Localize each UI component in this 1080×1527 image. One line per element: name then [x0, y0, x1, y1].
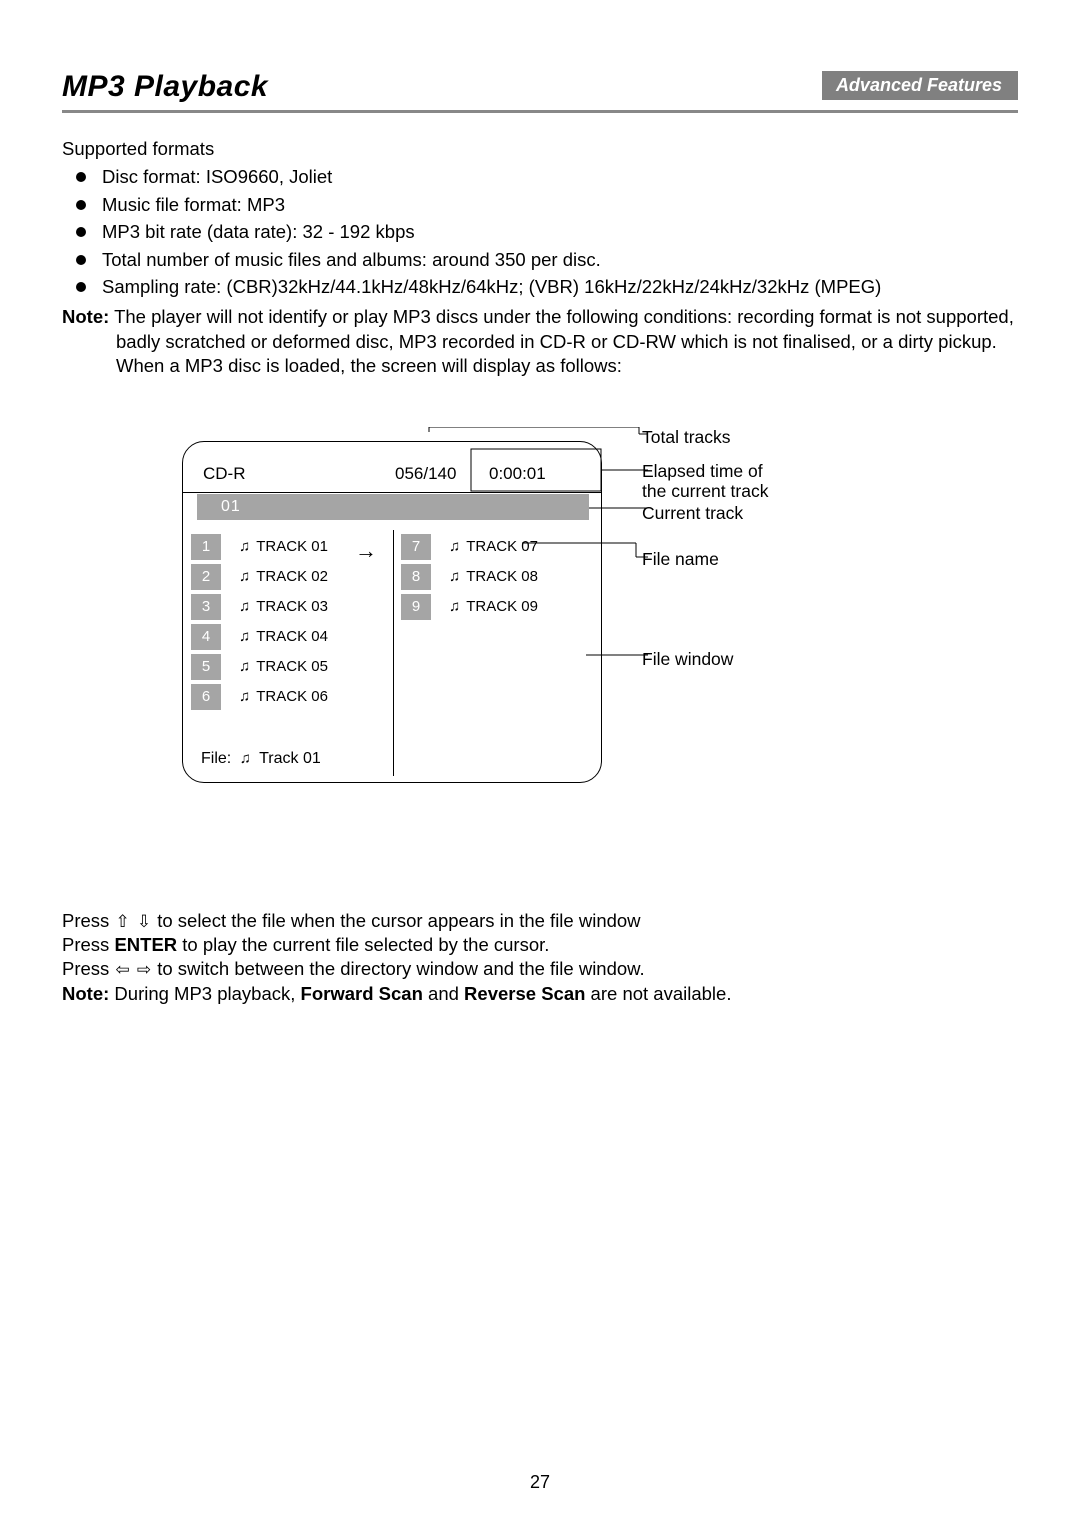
text: and [423, 983, 464, 1004]
track-name: TRACK 02 [256, 568, 328, 585]
list-item: MP3 bit rate (data rate): 32 - 192 kbps [62, 220, 1018, 244]
music-note-icon: ♫ [240, 750, 251, 767]
music-note-icon: ♫ [239, 658, 250, 675]
list-item: Total number of music files and albums: … [62, 248, 1018, 272]
track-name: TRACK 09 [466, 598, 538, 615]
note-label: Note: [62, 983, 109, 1004]
callout-current-track: Current track [642, 503, 743, 524]
track-number: 1 [191, 534, 221, 560]
instruction-line: Note: During MP3 playback, Forward Scan … [62, 982, 1018, 1006]
music-note-icon: ♫ [239, 628, 250, 645]
instruction-line: Press ⇦ ⇨ to switch between the director… [62, 957, 1018, 981]
track-row: 9 ♫ TRACK 09 [393, 592, 603, 622]
page-number: 27 [0, 1472, 1080, 1493]
track-name: TRACK 01 [256, 538, 328, 555]
track-name: TRACK 04 [256, 628, 328, 645]
callout-elapsed: Elapsed time of the current track [642, 461, 768, 501]
text: Press [62, 934, 114, 955]
osd-footer: File: ♫ Track 01 [201, 750, 321, 768]
text: to switch between the directory window a… [157, 958, 644, 979]
text: are not available. [585, 983, 731, 1004]
track-number: 7 [401, 534, 431, 560]
track-number: 8 [401, 564, 431, 590]
osd-panel: CD-R 056/140 0:00:01 01 1 ♫ TRACK 01 → 2… [182, 441, 602, 783]
note-text: When a MP3 disc is loaded, the screen wi… [62, 354, 1018, 378]
text: to play the current file selected by the… [177, 934, 549, 955]
track-name: TRACK 07 [466, 538, 538, 555]
text: to select the file when the cursor appea… [157, 910, 640, 931]
track-name: TRACK 08 [466, 568, 538, 585]
music-note-icon: ♫ [449, 598, 460, 615]
music-note-icon: ♫ [239, 568, 250, 585]
callout-file-window: File window [642, 649, 733, 670]
page-title: MP3 Playback [62, 70, 798, 104]
file-name: Track 01 [259, 750, 321, 767]
track-row: 8 ♫ TRACK 08 [393, 562, 603, 592]
disc-type: CD-R [203, 464, 246, 484]
track-name: TRACK 06 [256, 688, 328, 705]
track-number: 2 [191, 564, 221, 590]
up-arrow-icon: ⇧ [115, 911, 129, 933]
text: Press [62, 958, 114, 979]
enter-key-label: ENTER [114, 934, 177, 955]
note-text: The player will not identify or play MP3… [114, 306, 1014, 327]
list-item: Disc format: ISO9660, Joliet [62, 165, 1018, 189]
note-text: badly scratched or deformed disc, MP3 re… [62, 330, 1018, 354]
callout-total-tracks: Total tracks [642, 427, 731, 448]
arrow-right-icon: → [355, 538, 377, 564]
left-arrow-icon: ⇦ [115, 959, 129, 981]
track-name: TRACK 05 [256, 658, 328, 675]
callout-text: Elapsed time of [642, 461, 763, 481]
track-number: 4 [191, 624, 221, 650]
note-block: Note: The player will not identify or pl… [62, 305, 1018, 378]
music-note-icon: ♫ [239, 598, 250, 615]
current-directory: 01 [197, 494, 589, 520]
track-number: 3 [191, 594, 221, 620]
track-number: 6 [191, 684, 221, 710]
track-row: 6 ♫ TRACK 06 [183, 682, 393, 712]
track-row: 4 ♫ TRACK 04 [183, 622, 393, 652]
right-arrow-icon: ⇨ [137, 959, 151, 981]
track-counter: 056/140 [395, 464, 456, 484]
instruction-line: Press ⇧ ⇩ to select the file when the cu… [62, 909, 1018, 933]
callout-file-name: File name [642, 549, 719, 570]
list-item: Sampling rate: (CBR)32kHz/44.1kHz/48kHz/… [62, 275, 1018, 299]
elapsed-time: 0:00:01 [489, 464, 546, 484]
forward-scan-label: Forward Scan [301, 983, 423, 1004]
list-item: Music file format: MP3 [62, 193, 1018, 217]
instruction-line: Press ENTER to play the current file sel… [62, 933, 1018, 957]
divider [183, 492, 601, 493]
music-note-icon: ♫ [449, 568, 460, 585]
text: Press [62, 910, 114, 931]
music-note-icon: ♫ [239, 538, 250, 555]
track-row: 2 ♫ TRACK 02 [183, 562, 393, 592]
reverse-scan-label: Reverse Scan [464, 983, 585, 1004]
track-number: 9 [401, 594, 431, 620]
file-label: File: [201, 750, 231, 767]
section-badge: Advanced Features [822, 71, 1018, 100]
note-label: Note: [62, 306, 109, 327]
track-name: TRACK 03 [256, 598, 328, 615]
music-note-icon: ♫ [449, 538, 460, 555]
down-arrow-icon: ⇩ [137, 911, 151, 933]
music-note-icon: ♫ [239, 688, 250, 705]
track-row: 1 ♫ TRACK 01 → [183, 532, 393, 562]
track-row: 5 ♫ TRACK 05 [183, 652, 393, 682]
callout-text: the current track [642, 481, 768, 501]
divider [62, 110, 1018, 113]
track-number: 5 [191, 654, 221, 680]
track-row: 7 ♫ TRACK 07 [393, 532, 603, 562]
supported-heading: Supported formats [62, 137, 1018, 161]
text: During MP3 playback, [109, 983, 300, 1004]
supported-list: Disc format: ISO9660, Joliet Music file … [62, 165, 1018, 299]
track-row: 3 ♫ TRACK 03 [183, 592, 393, 622]
